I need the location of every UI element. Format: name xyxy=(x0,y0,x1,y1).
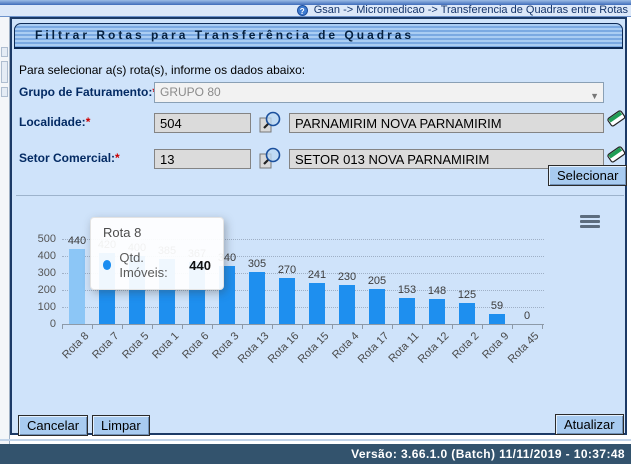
setor-comercial-label: Setor Comercial:* xyxy=(19,151,120,165)
bar-value-label: 0 xyxy=(507,310,547,322)
eraser-icon[interactable] xyxy=(605,143,627,165)
bar-rota-2[interactable] xyxy=(459,303,475,324)
search-icon[interactable] xyxy=(258,145,284,171)
x-axis-tickmark xyxy=(512,325,513,329)
breadcrumb: ? Gsan -> Micromedicao -> Transferencia … xyxy=(297,4,628,16)
x-axis-tickmark xyxy=(92,325,93,329)
x-axis-tickmark xyxy=(272,325,273,329)
bar-rota-13[interactable] xyxy=(249,272,265,324)
chevron-down-icon: ▼ xyxy=(590,87,599,106)
bar-rota-4[interactable] xyxy=(339,285,355,324)
localidade-label: Localidade:* xyxy=(19,115,90,129)
left-frame-segment xyxy=(1,87,8,97)
bar-rota-8[interactable] xyxy=(69,249,85,324)
left-frame-segment xyxy=(1,47,8,57)
x-axis-line xyxy=(62,324,544,325)
bar-rota-9[interactable] xyxy=(489,314,505,324)
window-title: Filtrar Rotas para Transferência de Quad… xyxy=(14,23,623,49)
bar-rota-12[interactable] xyxy=(429,299,445,324)
selecionar-button[interactable]: Selecionar xyxy=(548,165,627,186)
grupo-faturamento-label: Grupo de Faturamento:* xyxy=(19,85,157,99)
x-axis-tickmark xyxy=(452,325,453,329)
y-axis-tick: 500 xyxy=(12,233,56,245)
bar-rota-16[interactable] xyxy=(279,278,295,324)
series-dot-icon xyxy=(103,260,111,270)
tooltip-series-label: Qtd. Imóveis: xyxy=(119,250,183,280)
x-axis-tickmark xyxy=(152,325,153,329)
localidade-name-field[interactable] xyxy=(289,113,604,133)
x-axis-tickmark xyxy=(62,325,63,329)
x-axis-tickmark xyxy=(212,325,213,329)
tooltip-value: 440 xyxy=(189,258,211,273)
bar-rota-15[interactable] xyxy=(309,283,325,324)
search-icon[interactable] xyxy=(258,109,284,135)
cancelar-button[interactable]: Cancelar xyxy=(18,415,88,436)
localidade-code-input[interactable] xyxy=(154,113,251,133)
setor-code-input[interactable] xyxy=(154,149,251,169)
x-axis-tickmark xyxy=(362,325,363,329)
x-axis-tickmark xyxy=(302,325,303,329)
x-axis-tickmark xyxy=(332,325,333,329)
x-axis-tickmark xyxy=(122,325,123,329)
atualizar-button[interactable]: Atualizar xyxy=(555,414,624,435)
x-axis-tickmark xyxy=(392,325,393,329)
left-frame-segment xyxy=(1,61,8,83)
y-axis-tick: 100 xyxy=(12,301,56,313)
footer-separator xyxy=(0,439,631,441)
y-axis-tick: 0 xyxy=(12,318,56,330)
chart-menu-icon[interactable] xyxy=(580,215,600,229)
limpar-button[interactable]: Limpar xyxy=(92,415,150,436)
x-axis-tickmark xyxy=(482,325,483,329)
tooltip-title: Rota 8 xyxy=(91,218,223,244)
bar-rota-11[interactable] xyxy=(399,298,415,324)
form-instruction: Para selecionar a(s) rota(s), informe os… xyxy=(19,63,305,77)
x-axis-tickmark xyxy=(182,325,183,329)
left-frame-edge xyxy=(0,17,10,464)
x-axis-tickmark xyxy=(242,325,243,329)
x-axis-tickmark xyxy=(542,325,543,329)
help-icon[interactable]: ? xyxy=(297,5,308,16)
chart-tooltip: Rota 8 Qtd. Imóveis: 440 xyxy=(90,217,224,290)
required-marker: * xyxy=(86,115,91,129)
y-axis-tick: 300 xyxy=(12,267,56,279)
y-axis-tick: 200 xyxy=(12,284,56,296)
screen: ? Gsan -> Micromedicao -> Transferencia … xyxy=(0,0,631,464)
required-marker: * xyxy=(115,151,120,165)
filter-window: Filtrar Rotas para Transferência de Quad… xyxy=(10,17,627,435)
bar-rota-17[interactable] xyxy=(369,289,385,324)
x-axis-tickmark xyxy=(422,325,423,329)
grupo-faturamento-select[interactable]: GRUPO 80 ▼ xyxy=(154,82,604,103)
breadcrumb-path: Gsan -> Micromedicao -> Transferencia de… xyxy=(314,4,628,16)
y-axis-tick: 400 xyxy=(12,250,56,262)
section-divider xyxy=(16,195,624,196)
footer-bar: Versão: 3.66.1.0 (Batch) 11/11/2019 - 10… xyxy=(0,444,631,464)
grupo-faturamento-value: GRUPO 80 xyxy=(160,85,221,99)
eraser-icon[interactable] xyxy=(605,107,627,129)
version-text: Versão: 3.66.1.0 (Batch) 11/11/2019 - 10… xyxy=(351,447,625,461)
